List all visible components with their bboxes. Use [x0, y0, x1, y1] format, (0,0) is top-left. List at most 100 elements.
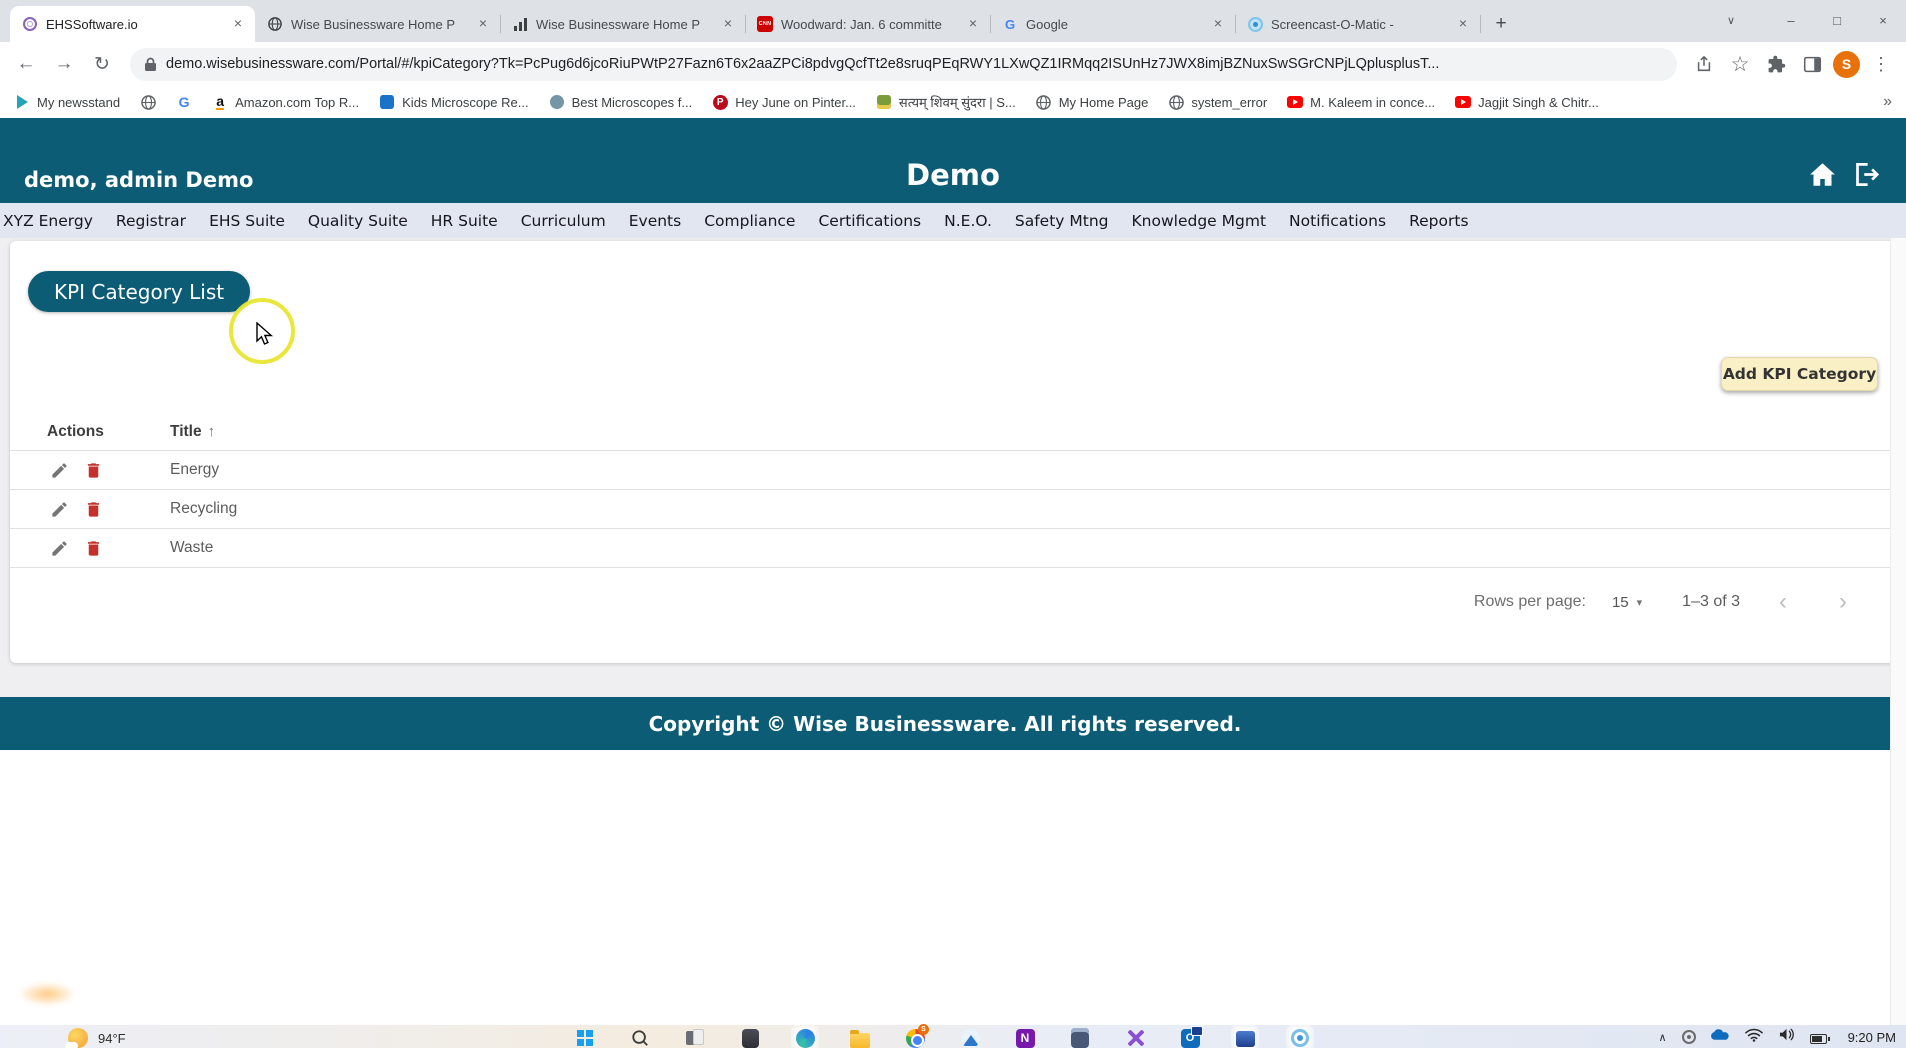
bookmark-amazon[interactable]: a Amazon.com Top R... [212, 94, 359, 110]
globe-icon [1168, 94, 1184, 110]
tab-title: Woodward: Jan. 6 committe [781, 16, 942, 32]
profile-avatar[interactable]: S [1833, 50, 1860, 78]
scrollbar-track[interactable] [1890, 238, 1906, 1025]
nav-reports[interactable]: Reports [1409, 212, 1468, 230]
edit-pencil-icon[interactable] [47, 497, 71, 521]
nav-registrar[interactable]: Registrar [116, 212, 186, 230]
sort-ascending-icon[interactable]: ↑ [208, 423, 216, 440]
screencast-o-matic-icon[interactable] [1289, 1027, 1311, 1048]
minimize-button[interactable]: – [1768, 0, 1814, 40]
bookmark-pinterest[interactable]: P Hey June on Pinter... [712, 94, 856, 110]
hidden-icons-chevron[interactable]: ∧ [1659, 1031, 1667, 1044]
reload-icon[interactable]: ↻ [86, 48, 118, 80]
nav-knowledge-mgmt[interactable]: Knowledge Mgmt [1132, 212, 1267, 230]
tab-title: Wise Businessware Home P [291, 16, 455, 32]
forward-icon[interactable]: → [48, 48, 80, 80]
edit-pencil-icon[interactable] [47, 536, 71, 560]
extensions-puzzle-icon[interactable] [1761, 49, 1791, 79]
nav-certifications[interactable]: Certifications [818, 212, 921, 230]
tab-screencast[interactable]: Screencast-O-Matic - × [1235, 6, 1481, 42]
bookmark-jagjit-youtube[interactable]: Jagjit Singh & Chitr... [1455, 94, 1599, 110]
next-page-icon[interactable]: › [1826, 588, 1860, 616]
bookmark-satyam[interactable]: सत्यम् शिवम् सुंदरा | S... [876, 93, 1016, 111]
nav-notifications[interactable]: Notifications [1289, 212, 1386, 230]
bookmark-kids-microscope[interactable]: Kids Microscope Re... [379, 94, 529, 110]
previous-page-icon[interactable]: ‹ [1766, 588, 1800, 616]
close-tab-icon[interactable]: × [474, 15, 492, 33]
search-icon[interactable] [629, 1027, 651, 1048]
recorder-tray-icon[interactable] [1681, 1030, 1696, 1044]
tab-wise-home-1[interactable]: Wise Businessware Home P × [255, 6, 501, 42]
tab-title: Screencast-O-Matic - [1271, 16, 1394, 32]
address-bar[interactable]: demo.wisebusinessware.com/Portal/#/kpiCa… [130, 47, 1677, 81]
new-tab-button[interactable]: + [1486, 9, 1516, 39]
nav-safety-mtng[interactable]: Safety Mtng [1015, 212, 1109, 230]
tab-ehssoftware[interactable]: EHSSoftware.io × [10, 6, 255, 42]
rows-per-page-select[interactable]: 15 ▾ [1612, 594, 1642, 611]
close-window-button[interactable]: × [1860, 0, 1906, 40]
visual-studio-icon[interactable] [1124, 1027, 1146, 1048]
nav-quality-suite[interactable]: Quality Suite [308, 212, 408, 230]
globe-icon [140, 94, 156, 110]
blue-pc-app-icon[interactable] [1234, 1027, 1256, 1048]
bookmark-star-icon[interactable]: ☆ [1725, 49, 1755, 79]
onedrive-icon[interactable] [1710, 1028, 1730, 1046]
delete-trash-icon[interactable] [81, 497, 105, 521]
home-icon[interactable] [1809, 162, 1836, 191]
close-tab-icon[interactable]: × [1454, 15, 1472, 33]
edge-icon[interactable] [794, 1027, 816, 1048]
bookmark-my-home-page[interactable]: My Home Page [1036, 94, 1148, 110]
nav-curriculum[interactable]: Curriculum [521, 212, 606, 230]
side-panel-icon[interactable] [1797, 49, 1827, 79]
bookmark-best-microscopes[interactable]: Best Microscopes f... [549, 94, 692, 110]
bookmark-my-newsstand[interactable]: My newsstand [14, 94, 120, 110]
start-button-icon[interactable] [574, 1027, 596, 1048]
close-tab-icon[interactable]: × [964, 15, 982, 33]
logout-icon[interactable] [1853, 162, 1880, 191]
bookmark-google[interactable]: G [176, 94, 192, 110]
share-icon[interactable] [1689, 49, 1719, 79]
youtube-icon [1287, 94, 1304, 110]
delete-trash-icon[interactable] [81, 536, 105, 560]
bookmark-system-error[interactable]: system_error [1168, 94, 1267, 110]
speaker-icon[interactable] [1778, 1027, 1795, 1047]
outlook-icon[interactable]: O [1179, 1025, 1203, 1048]
tab-search-icon[interactable]: ∨ [1708, 0, 1754, 40]
browser-menu-icon[interactable]: ⋮ [1866, 49, 1896, 79]
add-kpi-category-button[interactable]: Add KPI Category [1721, 357, 1878, 391]
kpi-category-title: Recycling [170, 500, 238, 517]
title-column-header[interactable]: Title ↑ [170, 423, 215, 441]
edit-pencil-icon[interactable] [47, 458, 71, 482]
photos-mountain-icon[interactable] [959, 1027, 981, 1048]
delete-trash-icon[interactable] [81, 458, 105, 482]
onenote-icon[interactable]: N [1014, 1027, 1036, 1048]
nav-events[interactable]: Events [629, 212, 681, 230]
task-view-icon[interactable] [684, 1027, 706, 1048]
maximize-button[interactable]: □ [1814, 0, 1860, 40]
close-tab-icon[interactable]: × [1209, 15, 1227, 33]
weather-widget[interactable]: 94°F [65, 1028, 126, 1048]
chrome-icon[interactable]: S [904, 1024, 929, 1048]
wifi-icon[interactable] [1744, 1028, 1763, 1047]
nav-xyz-energy[interactable]: XYZ Energy [3, 212, 93, 230]
tab-wise-home-2[interactable]: Wise Businessware Home P × [500, 6, 746, 42]
dark-app-icon[interactable] [739, 1027, 761, 1048]
nav-hr-suite[interactable]: HR Suite [431, 212, 498, 230]
nav-neo[interactable]: N.E.O. [944, 212, 992, 230]
tab-woodward-cnn[interactable]: CNN Woodward: Jan. 6 committe × [745, 6, 991, 42]
calculator-icon[interactable] [1069, 1027, 1091, 1048]
globe-icon [1036, 94, 1052, 110]
file-explorer-icon[interactable] [849, 1027, 871, 1048]
tab-google[interactable]: G Google × [990, 6, 1236, 42]
nav-compliance[interactable]: Compliance [704, 212, 795, 230]
bookmark-kaleem-youtube[interactable]: M. Kaleem in conce... [1287, 94, 1435, 110]
bookmarks-overflow-icon[interactable]: » [1883, 93, 1892, 111]
back-icon[interactable]: ← [10, 48, 42, 80]
blue-site-icon [379, 94, 395, 110]
close-tab-icon[interactable]: × [719, 15, 737, 33]
clock-label[interactable]: 9:20 PM [1848, 1030, 1896, 1045]
bookmark-globe[interactable] [140, 94, 156, 110]
nav-ehs-suite[interactable]: EHS Suite [209, 212, 285, 230]
close-tab-icon[interactable]: × [229, 15, 247, 33]
battery-icon[interactable] [1809, 1034, 1830, 1044]
